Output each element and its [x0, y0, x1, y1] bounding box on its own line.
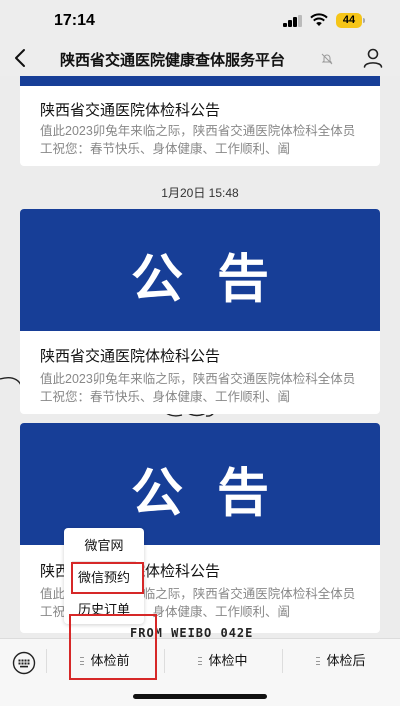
back-arrow-icon[interactable] — [12, 48, 30, 68]
article-description: 值此2023卯兔年来临之际，陕西省交通医院体检科全体员工祝您：春节快乐、身体健康… — [40, 372, 356, 404]
submenu-item-wechat-booking[interactable]: 微信预约 — [64, 563, 144, 593]
article-title: 陕西省交通医院体检科公告 — [40, 102, 221, 119]
article-cover — [20, 76, 380, 86]
page-title: 陕西省交通医院健康查体服务平台 — [60, 52, 286, 69]
article-card[interactable]: 陕西省交通医院体检科公告 值此2023卯兔年来临之际，陕西省交通医院体检科全体员… — [20, 76, 380, 166]
article-card[interactable]: 公告 陕西省交通医院体检科公告 值此2023卯兔年来临之际，陕西省交通医院体检科… — [20, 209, 380, 414]
menu-after-checkup[interactable]: 体检后 — [282, 639, 400, 683]
submenu-indicator-icon — [80, 656, 85, 665]
submenu-divider — [72, 561, 136, 562]
submenu-item-order-history[interactable]: 历史订单 — [64, 595, 144, 625]
cover-announcement-text: 公告 — [130, 251, 303, 309]
menu-label: 体检后 — [326, 653, 366, 668]
nav-bar: 陕西省交通医院健康查体服务平台 — [0, 42, 400, 76]
cellular-signal-icon — [283, 15, 303, 27]
article-cover: 公告 — [20, 423, 380, 545]
menu-label: 体检中 — [208, 653, 248, 668]
status-time: 17:14 — [54, 12, 95, 29]
battery-icon: 44 — [336, 13, 365, 28]
cover-announcement-text: 公告 — [130, 465, 303, 523]
menu-during-checkup[interactable]: 体检中 — [164, 639, 282, 683]
home-indicator[interactable] — [133, 694, 267, 699]
message-feed[interactable]: 陕西省交通医院体检科公告 值此2023卯兔年来临之际，陕西省交通医院体检科全体员… — [0, 76, 400, 638]
watermark: FROM WEIBO 042E — [130, 626, 254, 638]
menu-label: 体检前 — [90, 653, 130, 668]
message-timestamp: 1月20日 15:48 — [161, 186, 239, 200]
submenu-item-micro-website[interactable]: 微官网 — [64, 531, 144, 561]
wifi-icon — [310, 13, 328, 26]
submenu-divider — [72, 593, 136, 594]
article-description: 值此2023卯兔年来临之际，陕西省交通医院体检科全体员工祝您：春节快乐、身体健康… — [40, 124, 356, 156]
user-profile-icon[interactable] — [362, 47, 384, 69]
article-title: 陕西省交通医院体检科公告 — [40, 348, 221, 365]
submenu-popup: 微官网 微信预约 历史订单 — [64, 528, 144, 624]
article-cover: 公告 — [20, 209, 380, 331]
status-bar: 17:14 44 — [0, 0, 400, 42]
menu-before-checkup[interactable]: 体检前 — [46, 639, 164, 683]
keyboard-icon[interactable] — [12, 651, 36, 675]
mute-bell-icon — [321, 53, 333, 65]
submenu-indicator-icon — [316, 656, 321, 665]
submenu-indicator-icon — [198, 656, 203, 665]
